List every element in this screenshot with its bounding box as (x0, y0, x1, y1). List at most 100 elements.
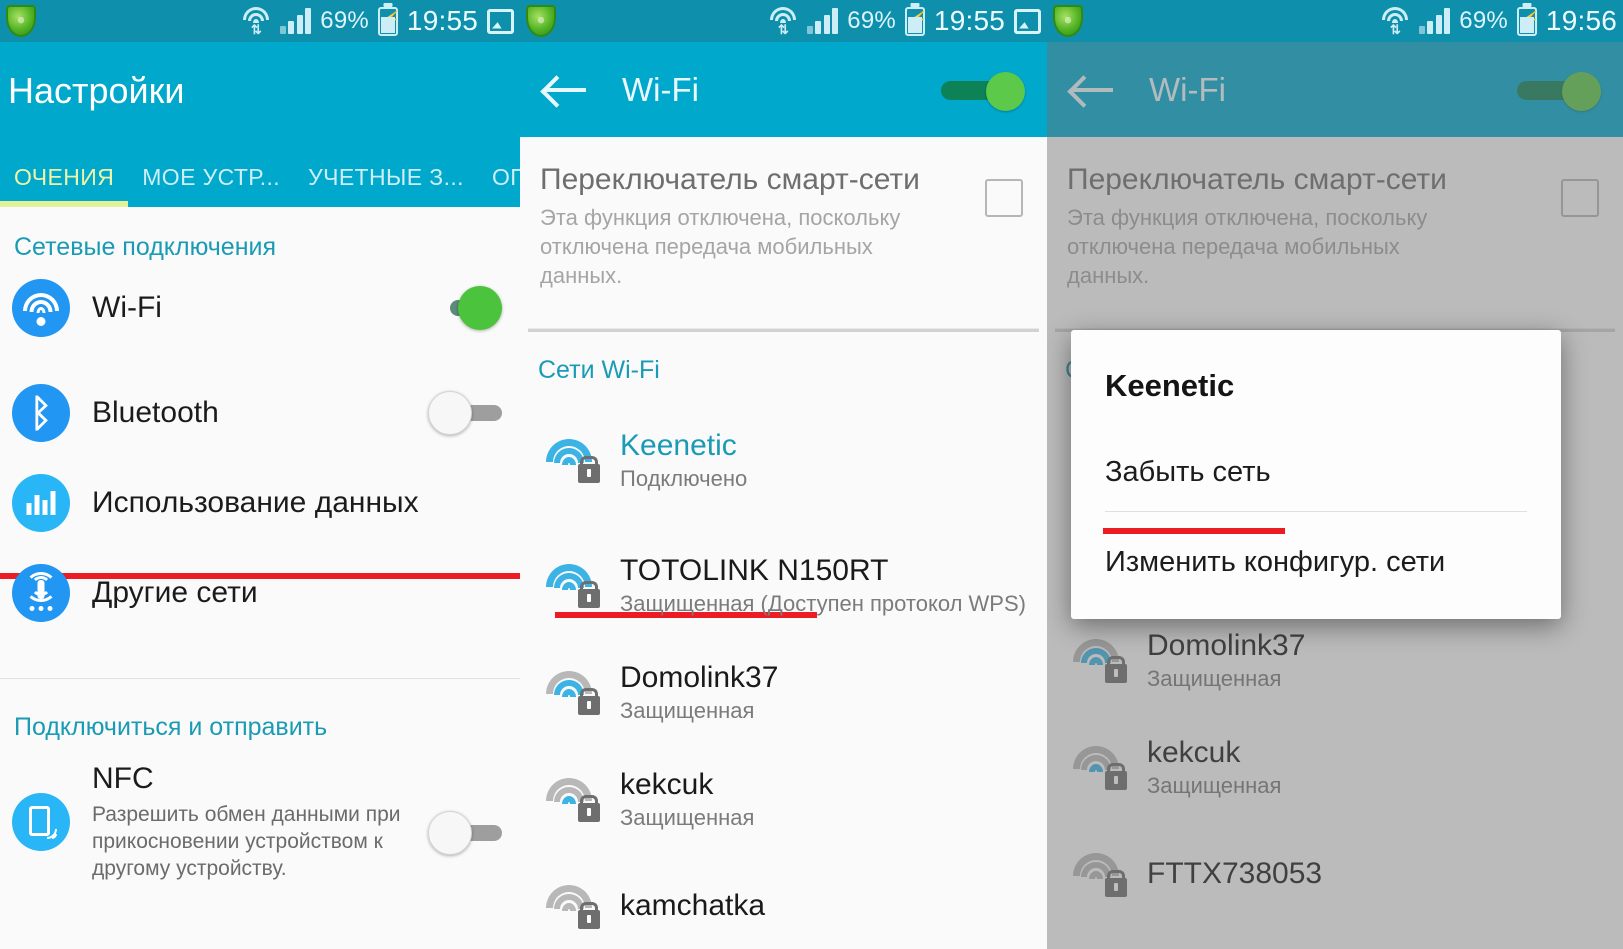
status-bar-left-icons (0, 5, 241, 37)
settings-row-bluetooth-label: Bluetooth (92, 396, 219, 429)
network-name: kekcuk (620, 768, 714, 802)
wifi-signal-lock-icon (544, 885, 600, 930)
network-options-dialog: Keenetic Забыть сеть Изменить конфигур. … (1071, 330, 1561, 619)
network-row-domolink37[interactable]: Domolink37 Защищенная (520, 645, 1047, 740)
gallery-icon (1014, 8, 1041, 34)
network-row-kamchatka[interactable]: kamchatka (520, 861, 1047, 949)
settings-row-other-networks[interactable]: Другие сети (0, 550, 520, 636)
network-row-kekcuk[interactable]: kekcuk Защищенная (520, 752, 1047, 847)
dialog-title: Keenetic (1105, 368, 1235, 403)
settings-row-bluetooth[interactable]: ᛒ Bluetooth (0, 370, 520, 456)
wifi-dialog-panel: ⇅ 69% ⚡ 19:56 Wi-Fi Переключатель смарт-… (1047, 0, 1623, 949)
shield-icon (1053, 5, 1083, 37)
wifi-signal-lock-icon (544, 438, 600, 483)
battery-percent: 69% (847, 7, 896, 34)
wifi-signal-icon: ⇅ (1380, 7, 1410, 36)
network-name: kamchatka (620, 888, 766, 922)
nfc-toggle[interactable] (428, 811, 502, 856)
network-row-domolink37[interactable]: Domolink37 Защищенная (1047, 613, 1623, 708)
wifi-content: Переключатель смарт-сети Эта функция отк… (520, 137, 1047, 949)
smart-switch-sub: Эта функция отключена, поскольку отключе… (1067, 205, 1428, 289)
settings-app-bar: Настройки ОЧЕНИЯ МОЕ УСТР... УЧЕТНЫЕ З..… (0, 42, 520, 207)
wifi-app-bar-right: Wi-Fi (1047, 42, 1623, 137)
back-arrow-icon[interactable] (1071, 74, 1115, 106)
wifi-signal-icon: ⇅ (241, 7, 271, 36)
battery-charging-icon: ⚡ (1516, 6, 1538, 36)
status-bar-right-right-icons: ⇅ 69% ⚡ 19:56 (1380, 5, 1623, 37)
settings-row-data-usage[interactable]: Использование данных (0, 460, 520, 546)
wifi-page-title: Wi-Fi (622, 70, 699, 108)
tab-options[interactable]: ОПЦИИ (478, 164, 520, 207)
battery-percent: 69% (320, 7, 369, 34)
wifi-toggle[interactable] (428, 286, 502, 330)
dialog-option-forget-network[interactable]: Забыть сеть (1105, 450, 1527, 509)
smart-switch-title: Переключатель смарт-сети (540, 163, 920, 196)
network-name: Domolink37 (1147, 629, 1306, 663)
shield-icon (6, 5, 36, 37)
status-bar-mid-icons (520, 5, 768, 37)
network-row-totolink[interactable]: TOTOLINK N150RT Защищенная (Доступен про… (520, 538, 1047, 633)
smart-network-switch-row[interactable]: Переключатель смарт-сети Эта функция отк… (1047, 137, 1623, 316)
battery-percent: 69% (1459, 7, 1508, 34)
settings-row-nfc-sub: Разрешить обмен данными при прикосновени… (92, 803, 401, 880)
smart-switch-checkbox[interactable] (1561, 179, 1599, 217)
three-phone-screenshots: ⇅ 69% ⚡ 19:55 Настройки ОЧЕНИЯ МОЕ УСТР.… (0, 0, 1623, 949)
network-status: Подключено (620, 466, 748, 492)
status-bar-mid-right-icons: ⇅ 69% ⚡ 19:55 (768, 5, 1047, 37)
wifi-panel: ⇅ 69% ⚡ 19:55 Wi-Fi Переключатель смарт-… (520, 0, 1047, 949)
clock-right: 19:56 (1545, 5, 1617, 36)
battery-charging-icon: ⚡ (377, 6, 399, 36)
tab-connections[interactable]: ОЧЕНИЯ (0, 164, 129, 207)
status-bar-right: ⇅ 69% ⚡ 19:56 (1047, 0, 1623, 42)
network-status: Защищенная (620, 698, 755, 724)
wifi-signal-lock-icon (1071, 745, 1127, 790)
other-networks-icon (12, 564, 70, 622)
tab-accounts[interactable]: УЧЕТНЫЕ З... (294, 164, 478, 207)
smart-switch-checkbox[interactable] (985, 179, 1023, 217)
settings-row-wifi[interactable]: Wi-Fi (0, 272, 520, 344)
bluetooth-toggle[interactable] (428, 391, 502, 435)
network-status: Защищенная (1147, 666, 1282, 692)
network-status: Защищенная (1147, 773, 1282, 799)
cell-signal-icon (806, 8, 839, 34)
network-name: Domolink37 (620, 661, 779, 695)
settings-row-other-networks-label: Другие сети (92, 576, 258, 609)
dialog-option-modify-network[interactable]: Изменить конфигур. сети (1105, 536, 1527, 597)
wifi-signal-lock-icon (544, 563, 600, 608)
settings-row-nfc-label: NFC (92, 762, 154, 795)
wifi-master-toggle[interactable] (941, 71, 1025, 111)
settings-tab-bar: ОЧЕНИЯ МОЕ УСТР... УЧЕТНЫЕ З... ОПЦИИ (0, 139, 520, 207)
clock-left: 19:55 (406, 5, 478, 36)
wifi-signal-lock-icon (544, 777, 600, 822)
smart-network-switch-row[interactable]: Переключатель смарт-сети Эта функция отк… (520, 137, 1047, 316)
gallery-icon (487, 8, 514, 34)
wifi-signal-icon: ⇅ (768, 7, 798, 36)
network-row-kekcuk[interactable]: kekcuk Защищенная (1047, 720, 1623, 815)
tab-my-device[interactable]: МОЕ УСТР... (128, 164, 294, 207)
settings-row-data-usage-label: Использование данных (92, 486, 419, 519)
status-bar-mid: ⇅ 69% ⚡ 19:55 (520, 0, 1047, 42)
status-bar-right-icons: ⇅ 69% ⚡ 19:55 (241, 5, 520, 37)
network-row-keenetic[interactable]: Keenetic Подключено (520, 413, 1047, 508)
wifi-master-toggle[interactable] (1517, 71, 1601, 111)
smart-switch-title: Переключатель смарт-сети (1067, 163, 1447, 196)
back-arrow-icon[interactable] (544, 74, 588, 106)
battery-charging-icon: ⚡ (904, 6, 926, 36)
wifi-icon (12, 279, 70, 337)
network-row-fttx738053[interactable]: FTTX738053 (1047, 829, 1623, 921)
section-header-connect-share: Подключиться и отправить (14, 713, 328, 741)
nfc-icon (12, 793, 70, 852)
settings-content: Сетевые подключения Wi-Fi ᛒ Bluetooth Ис… (0, 207, 520, 897)
wifi-page-title: Wi-Fi (1149, 70, 1226, 108)
settings-row-nfc[interactable]: NFC Разрешить обмен данными при прикосно… (0, 752, 520, 897)
cell-signal-icon (279, 8, 312, 34)
status-bar-right-left-icons (1047, 5, 1380, 37)
wifi-signal-lock-icon (1071, 853, 1127, 898)
wifi-app-bar: Wi-Fi (520, 42, 1047, 137)
settings-row-wifi-label: Wi-Fi (92, 291, 162, 324)
annotation-underline-forget (1103, 528, 1285, 534)
network-name: TOTOLINK N150RT (620, 554, 889, 588)
network-name: Keenetic (620, 429, 737, 463)
wifi-networks-header: Сети Wi-Fi (538, 356, 660, 385)
wifi-signal-lock-icon (544, 670, 600, 715)
